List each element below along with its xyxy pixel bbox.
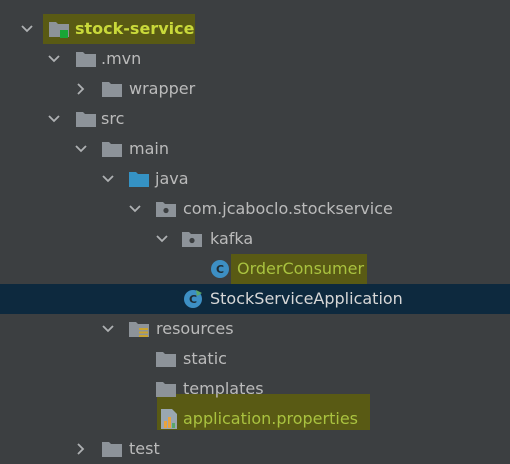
- resources-folder-icon: [128, 318, 150, 340]
- folder-icon: [101, 138, 123, 160]
- package-icon: [155, 198, 177, 220]
- tree-label-mvn: .mvn: [101, 49, 142, 68]
- project-tree: stock-service .mvn wrapper src main java…: [0, 0, 510, 463]
- tree-row-static[interactable]: static: [0, 344, 510, 374]
- svg-text:C: C: [189, 293, 197, 306]
- tree-label-application-properties: application.properties: [183, 409, 358, 428]
- tree-label-stock-service-application: StockServiceApplication: [210, 289, 403, 308]
- tree-row-src[interactable]: src: [0, 104, 510, 134]
- spring-boot-class-icon: C: [182, 288, 204, 310]
- chevron-right-icon[interactable]: [74, 74, 88, 104]
- folder-icon: [75, 108, 97, 130]
- folder-icon: [101, 438, 123, 460]
- tree-label-kafka: kafka: [210, 229, 254, 248]
- folder-icon: [155, 348, 177, 370]
- tree-row-test[interactable]: test: [0, 434, 510, 464]
- tree-row-java[interactable]: java: [0, 164, 510, 194]
- tree-row-resources[interactable]: resources: [0, 314, 510, 344]
- tree-row-kafka[interactable]: kafka: [0, 224, 510, 254]
- tree-row-application-properties[interactable]: application.properties: [0, 404, 510, 434]
- tree-label-src: src: [101, 109, 125, 128]
- chevron-down-icon[interactable]: [47, 44, 61, 74]
- tree-row-stock-service-application[interactable]: C StockServiceApplication: [0, 284, 510, 314]
- tree-label-resources: resources: [156, 319, 234, 338]
- chevron-down-icon[interactable]: [101, 314, 115, 344]
- source-folder-icon: [128, 168, 150, 190]
- folder-icon: [155, 378, 177, 400]
- chevron-down-icon[interactable]: [155, 224, 169, 254]
- chevron-down-icon[interactable]: [101, 164, 115, 194]
- folder-icon: [101, 78, 123, 100]
- tree-label-package: com.jcaboclo.stockservice: [183, 199, 393, 218]
- tree-row-main[interactable]: main: [0, 134, 510, 164]
- tree-row-templates[interactable]: templates: [0, 374, 510, 404]
- chevron-right-icon[interactable]: [74, 434, 88, 464]
- properties-file-icon: [158, 408, 180, 430]
- tree-row-stock-service[interactable]: stock-service: [0, 14, 510, 44]
- chevron-down-icon[interactable]: [128, 194, 142, 224]
- package-icon: [181, 228, 203, 250]
- chevron-down-icon[interactable]: [47, 104, 61, 134]
- tree-label-test: test: [129, 439, 160, 458]
- tree-row-package[interactable]: com.jcaboclo.stockservice: [0, 194, 510, 224]
- module-folder-icon: [48, 18, 70, 40]
- tree-label-java: java: [155, 169, 189, 188]
- tree-row-mvn[interactable]: .mvn: [0, 44, 510, 74]
- tree-row-wrapper[interactable]: wrapper: [0, 74, 510, 104]
- tree-label-static: static: [183, 349, 227, 368]
- tree-label-templates: templates: [183, 379, 264, 398]
- class-icon: C: [209, 258, 231, 280]
- tree-label-order-consumer: OrderConsumer: [237, 259, 365, 278]
- svg-text:C: C: [216, 263, 224, 276]
- tree-row-order-consumer[interactable]: C OrderConsumer: [0, 254, 510, 284]
- tree-label-stock-service: stock-service: [75, 19, 195, 38]
- tree-label-main: main: [129, 139, 169, 158]
- folder-icon: [75, 48, 97, 70]
- chevron-down-icon[interactable]: [20, 14, 34, 44]
- tree-label-wrapper: wrapper: [129, 79, 196, 98]
- chevron-down-icon[interactable]: [74, 134, 88, 164]
